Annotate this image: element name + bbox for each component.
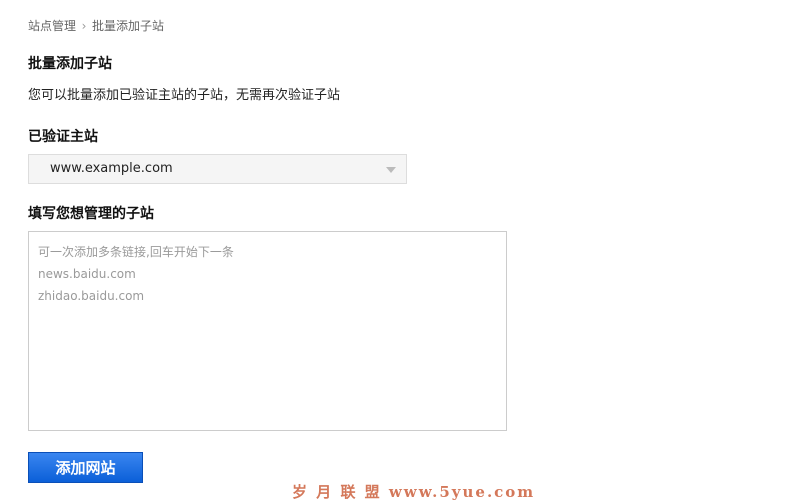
page-description: 您可以批量添加已验证主站的子站，无需再次验证子站 — [28, 88, 341, 103]
breadcrumb-item-current: 批量添加子站 — [92, 19, 165, 33]
page: 站点管理 › 批量添加子站 批量添加子站 您可以批量添加已验证主站的子站，无需再… — [0, 0, 797, 503]
page-title: 批量添加子站 — [28, 56, 112, 72]
subsites-textarea[interactable]: 可一次添加多条链接,回车开始下一条 news.baidu.com zhidao.… — [28, 231, 507, 431]
subsites-placeholder-example-2: zhidao.baidu.com — [38, 289, 145, 303]
watermark: 岁 月 联 盟 www.5yue.com — [292, 483, 536, 501]
add-website-button[interactable]: 添加网站 — [28, 452, 143, 483]
main-site-label: 已验证主站 — [28, 129, 98, 145]
subsites-placeholder-example-1: news.baidu.com — [38, 267, 136, 281]
breadcrumb-item-site-management[interactable]: 站点管理 — [28, 18, 76, 34]
subsites-label: 填写您想管理的子站 — [28, 206, 154, 222]
chevron-right-icon: › — [81, 19, 87, 33]
caret-down-icon[interactable] — [386, 167, 396, 173]
main-site-select[interactable]: www.example.com — [28, 154, 407, 184]
main-site-selected-value: www.example.com — [50, 161, 173, 176]
breadcrumb: 站点管理 › 批量添加子站 — [28, 18, 164, 34]
subsites-placeholder-hint: 可一次添加多条链接,回车开始下一条 — [38, 245, 234, 259]
